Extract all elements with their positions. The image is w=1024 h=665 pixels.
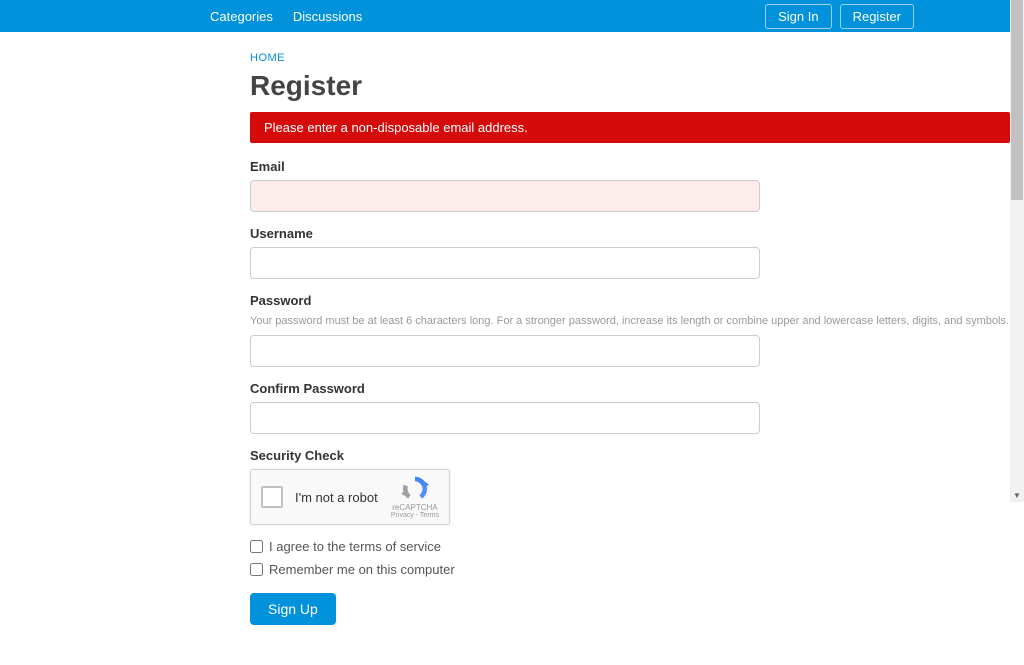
agree-terms-checkbox[interactable] [250, 540, 263, 553]
username-label: Username [250, 226, 1010, 241]
breadcrumb-home[interactable]: HOME [250, 52, 285, 64]
password-label: Password [250, 293, 1010, 308]
topbar: Categories Discussions Sign In Register [0, 0, 1024, 32]
username-field[interactable] [250, 247, 760, 279]
recaptcha-brand-text: reCAPTCHA [391, 504, 439, 512]
scrollbar-thumb[interactable] [1011, 0, 1023, 200]
topbar-left-nav: Categories Discussions [210, 9, 362, 24]
password-group: Password Your password must be at least … [250, 293, 1010, 367]
register-button[interactable]: Register [840, 4, 914, 29]
password-field[interactable] [250, 335, 760, 367]
recaptcha-widget: I'm not a robot reCAPTCHA Privacy - Term… [250, 469, 450, 525]
confirm-password-field[interactable] [250, 402, 760, 434]
agree-terms-row: I agree to the terms of service [250, 539, 1010, 554]
error-alert: Please enter a non-disposable email addr… [250, 112, 1010, 143]
email-group: Email [250, 159, 1010, 212]
recaptcha-checkbox[interactable] [261, 486, 283, 508]
username-group: Username [250, 226, 1010, 279]
main-content: HOME Register Please enter a non-disposa… [250, 32, 1010, 665]
recaptcha-brand: reCAPTCHA Privacy - Terms [391, 475, 439, 519]
email-label: Email [250, 159, 1010, 174]
page-title: Register [250, 70, 1010, 102]
breadcrumb: HOME [250, 52, 1010, 64]
security-label: Security Check [250, 448, 1010, 463]
nav-discussions[interactable]: Discussions [293, 9, 362, 24]
agree-terms-label: I agree to the terms of service [269, 539, 441, 554]
recaptcha-label: I'm not a robot [295, 490, 391, 505]
confirm-password-label: Confirm Password [250, 381, 1010, 396]
password-help: Your password must be at least 6 charact… [250, 314, 1010, 329]
remember-label: Remember me on this computer [269, 562, 455, 577]
topbar-right-nav: Sign In Register [765, 4, 914, 29]
nav-categories[interactable]: Categories [210, 9, 273, 24]
recaptcha-logo-icon [401, 475, 429, 503]
security-group: Security Check I'm not a robot reCAPTCHA… [250, 448, 1010, 525]
remember-row: Remember me on this computer [250, 562, 1010, 577]
recaptcha-brand-links[interactable]: Privacy - Terms [391, 512, 439, 519]
signin-button[interactable]: Sign In [765, 4, 831, 29]
scrollbar-down-icon[interactable]: ▼ [1010, 488, 1024, 502]
scrollbar[interactable]: ▲ ▼ [1010, 0, 1024, 502]
signup-button[interactable]: Sign Up [250, 593, 336, 625]
email-field[interactable] [250, 180, 760, 212]
confirm-password-group: Confirm Password [250, 381, 1010, 434]
remember-checkbox[interactable] [250, 563, 263, 576]
